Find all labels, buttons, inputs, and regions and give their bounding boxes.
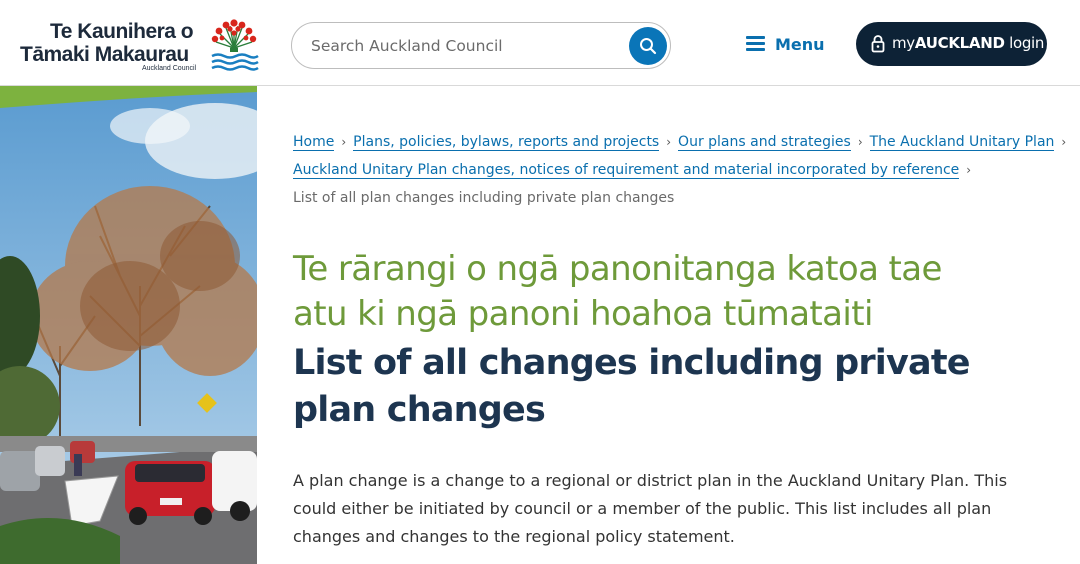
breadcrumb-link-unitary-plan[interactable]: The Auckland Unitary Plan [869,134,1055,151]
breadcrumb-current: List of all plan changes including priva… [293,190,675,206]
menu-label: Menu [775,35,825,54]
auckland-council-logo[interactable]: Te Kaunihera o Tāmaki Makaurau Auckland … [20,14,260,76]
logo-text-line2: Tāmaki Makaurau [20,43,189,66]
breadcrumb-link-plan-changes[interactable]: Auckland Unitary Plan changes, notices o… [293,162,960,179]
chevron-right-icon: › [966,163,972,177]
chevron-right-icon: › [1061,135,1067,149]
breadcrumb-link-home[interactable]: Home [293,134,335,151]
search-button[interactable] [629,27,667,65]
intro-paragraph: A plan change is a change to a regional … [293,471,1008,546]
hamburger-icon [746,36,766,52]
chevron-right-icon: › [857,135,863,149]
page-title: List of all changes including private pl… [293,343,971,430]
login-label: myAUCKLAND login [892,34,1045,52]
site-header: Te Kaunihera o Tāmaki Makaurau Auckland … [0,0,1080,86]
search-icon [640,38,657,55]
breadcrumb-link-plans-policies[interactable]: Plans, policies, bylaws, reports and pro… [353,134,660,151]
chevron-right-icon: › [666,135,672,149]
breadcrumb-link-our-plans[interactable]: Our plans and strategies [678,134,851,151]
logo-text-line1: Te Kaunihera o [50,20,194,43]
search-input[interactable] [311,34,611,58]
chevron-right-icon: › [341,135,347,149]
hero-photo-street-trees [0,86,257,564]
page-title-maori: Te rārangi o ngā panonitanga katoa tae a… [293,249,942,334]
pohutukawa-logo-icon [211,19,259,71]
myauckland-login-button[interactable]: myAUCKLAND login [856,22,1047,66]
logo-subtitle: Auckland Council [142,65,197,72]
search-box [291,22,671,69]
lock-icon [871,35,885,53]
breadcrumb: Home › Plans, policies, bylaws, reports an… [293,128,1066,212]
